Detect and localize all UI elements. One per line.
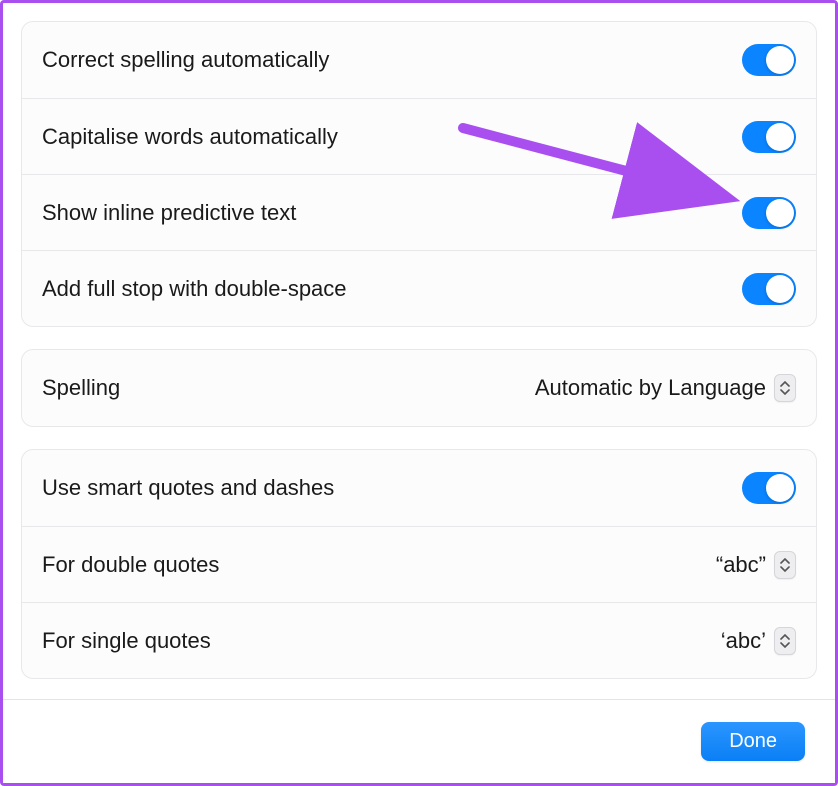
- row-capitalise-words: Capitalise words automatically: [22, 98, 816, 174]
- row-spelling: Spelling Automatic by Language: [22, 350, 816, 426]
- capitalise-words-toggle[interactable]: [742, 121, 796, 153]
- quotes-group: Use smart quotes and dashes For double q…: [21, 449, 817, 679]
- updown-icon: [774, 374, 796, 402]
- inline-predictive-label: Show inline predictive text: [42, 200, 296, 226]
- footer: Done: [3, 699, 835, 783]
- inline-predictive-toggle[interactable]: [742, 197, 796, 229]
- spelling-group: Spelling Automatic by Language: [21, 349, 817, 427]
- settings-panel: Correct spelling automatically Capitalis…: [3, 3, 835, 719]
- correct-spelling-label: Correct spelling automatically: [42, 47, 329, 73]
- row-single-quotes: For single quotes ‘abc’: [22, 602, 816, 678]
- row-smart-quotes: Use smart quotes and dashes: [22, 450, 816, 526]
- single-quotes-label: For single quotes: [42, 628, 211, 654]
- spelling-label: Spelling: [42, 375, 120, 401]
- row-inline-predictive: Show inline predictive text: [22, 174, 816, 250]
- smart-quotes-toggle[interactable]: [742, 472, 796, 504]
- typing-options-group: Correct spelling automatically Capitalis…: [21, 21, 817, 327]
- capitalise-words-label: Capitalise words automatically: [42, 124, 338, 150]
- full-stop-double-space-label: Add full stop with double-space: [42, 276, 347, 302]
- single-quotes-select[interactable]: ‘abc’: [721, 627, 796, 655]
- row-correct-spelling: Correct spelling automatically: [22, 22, 816, 98]
- double-quotes-value: “abc”: [716, 552, 766, 578]
- done-button[interactable]: Done: [701, 722, 805, 761]
- updown-icon: [774, 551, 796, 579]
- spelling-value: Automatic by Language: [535, 375, 766, 401]
- smart-quotes-label: Use smart quotes and dashes: [42, 475, 334, 501]
- double-quotes-label: For double quotes: [42, 552, 219, 578]
- updown-icon: [774, 627, 796, 655]
- row-double-quotes: For double quotes “abc”: [22, 526, 816, 602]
- full-stop-double-space-toggle[interactable]: [742, 273, 796, 305]
- spelling-select[interactable]: Automatic by Language: [535, 374, 796, 402]
- correct-spelling-toggle[interactable]: [742, 44, 796, 76]
- single-quotes-value: ‘abc’: [721, 628, 766, 654]
- double-quotes-select[interactable]: “abc”: [716, 551, 796, 579]
- row-full-stop-double-space: Add full stop with double-space: [22, 250, 816, 326]
